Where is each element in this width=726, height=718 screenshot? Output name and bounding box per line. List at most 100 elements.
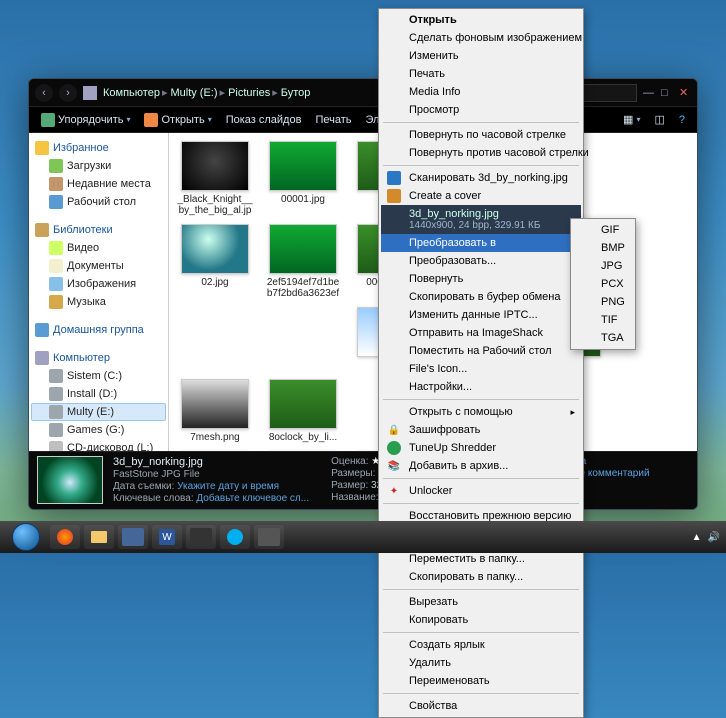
thumbnail-image	[181, 379, 249, 429]
ctx-open-with[interactable]: Открыть с помощью▸	[381, 403, 581, 421]
tray-icon[interactable]: 🔊	[708, 532, 720, 543]
tray-icon[interactable]: ▲	[692, 532, 702, 543]
nav-forward-button[interactable]: ›	[59, 84, 77, 102]
ctx-convert[interactable]: Преобразовать...	[381, 252, 581, 270]
ctx-print[interactable]: Печать	[381, 65, 581, 83]
ctx-create-cover[interactable]: Create a cover	[381, 187, 581, 205]
minimize-button[interactable]: —	[643, 87, 655, 99]
sidebar-item-disk-c[interactable]: Sistem (C:)	[31, 367, 166, 385]
context-submenu-formats[interactable]: GIF BMP JPG PCX PNG TIF TGA	[570, 218, 636, 350]
sidebar-item-disk-g[interactable]: Games (G:)	[31, 421, 166, 439]
breadcrumb-folder1[interactable]: Picturies	[228, 87, 270, 99]
details-filename: 3d_by_norking.jpg	[113, 456, 309, 468]
ctx-copy-clipboard[interactable]: Скопировать в буфер обмена	[381, 288, 581, 306]
homegroup-group[interactable]: Домашняя группа	[31, 321, 166, 339]
sidebar-item-disk-d[interactable]: Install (D:)	[31, 385, 166, 403]
sidebar-item-music[interactable]: Музыка	[31, 293, 166, 311]
thumbnail-item[interactable]: 8oclock_by_li...	[265, 379, 341, 443]
thumbnail-label: 00001.jpg	[281, 194, 325, 205]
thumbnail-item[interactable]: 7mesh.png	[177, 379, 253, 443]
ctx-to-desktop[interactable]: Поместить на Рабочий стол	[381, 342, 581, 360]
ctx-preview[interactable]: Просмотр	[381, 101, 581, 119]
breadcrumb-drive[interactable]: Multy (E:)	[170, 87, 217, 99]
ctx-format-gif[interactable]: GIF	[573, 221, 633, 239]
ctx-rotate-ccw[interactable]: Повернуть против часовой стрелки	[381, 144, 581, 162]
organize-button[interactable]: Упорядочить▾	[35, 111, 136, 129]
close-button[interactable]: ✕	[679, 86, 691, 99]
ctx-files-icon[interactable]: File's Icon...	[381, 360, 581, 378]
command-bar: Упорядочить▾ Открыть▾ Показ слайдов Печа…	[29, 107, 697, 133]
taskbar-word[interactable]: W	[152, 525, 182, 549]
thumbnail-item[interactable]: _Black_Knight__by_the_big_al.jpg	[177, 141, 253, 216]
ctx-edit-iptc[interactable]: Изменить данные IPTC...	[381, 306, 581, 324]
details-date-link[interactable]: Укажите дату и время	[177, 481, 279, 492]
ctx-separator	[383, 478, 579, 479]
navigation-pane[interactable]: Избранное Загрузки Недавние места Рабочи…	[29, 133, 169, 451]
ctx-format-pcx[interactable]: PCX	[573, 275, 633, 293]
thumbnail-item[interactable]: 00001.jpg	[265, 141, 341, 216]
ctx-imageshack[interactable]: Отправить на ImageShack	[381, 324, 581, 342]
sidebar-item-video[interactable]: Видео	[31, 239, 166, 257]
system-tray[interactable]: ▲ 🔊	[692, 532, 720, 543]
view-button[interactable]: ▦▾	[617, 111, 646, 128]
start-button[interactable]	[6, 525, 46, 549]
ctx-shortcut[interactable]: Создать ярлык	[381, 636, 581, 654]
ctx-rename[interactable]: Переименовать	[381, 672, 581, 690]
ctx-encrypt[interactable]: 🔒Зашифровать	[381, 421, 581, 439]
computer-group[interactable]: Компьютер	[31, 349, 166, 367]
print-button[interactable]: Печать	[309, 112, 357, 128]
breadcrumb-folder2[interactable]: Бутор	[281, 87, 311, 99]
ctx-scan[interactable]: Сканировать 3d_by_norking.jpg	[381, 169, 581, 187]
ctx-rotate[interactable]: Повернуть▸	[381, 270, 581, 288]
sidebar-item-recent[interactable]: Недавние места	[31, 175, 166, 193]
slideshow-button[interactable]: Показ слайдов	[220, 112, 308, 128]
open-button[interactable]: Открыть▾	[138, 111, 217, 129]
ctx-cut[interactable]: Вырезать	[381, 593, 581, 611]
help-button[interactable]: ?	[673, 112, 691, 128]
ctx-settings[interactable]: Настройки...	[381, 378, 581, 396]
sidebar-item-cd[interactable]: CD-дисковод (L:)	[31, 439, 166, 451]
ctx-format-bmp[interactable]: BMP	[573, 239, 633, 257]
taskbar-firefox[interactable]	[50, 525, 80, 549]
ctx-format-png[interactable]: PNG	[573, 293, 633, 311]
firefox-icon	[57, 529, 73, 545]
taskbar-app3[interactable]	[254, 525, 284, 549]
sidebar-item-desktop[interactable]: Рабочий стол	[31, 193, 166, 211]
favorites-group[interactable]: Избранное	[31, 139, 166, 157]
libraries-group[interactable]: Библиотеки	[31, 221, 166, 239]
ctx-format-tga[interactable]: TGA	[573, 329, 633, 347]
breadcrumb-computer[interactable]: Компьютер	[103, 87, 160, 99]
ctx-copy-to[interactable]: Скопировать в папку...	[381, 568, 581, 586]
taskbar[interactable]: W ▲ 🔊	[0, 521, 726, 553]
ctx-format-tif[interactable]: TIF	[573, 311, 633, 329]
ctx-copy[interactable]: Копировать	[381, 611, 581, 629]
sidebar-item-disk-e[interactable]: Multy (E:)	[31, 403, 166, 421]
ctx-set-background[interactable]: Сделать фоновым изображением	[381, 29, 581, 47]
taskbar-skype[interactable]	[220, 525, 250, 549]
maximize-button[interactable]: □	[661, 87, 673, 99]
ctx-delete[interactable]: Удалить	[381, 654, 581, 672]
ctx-open[interactable]: Открыть	[381, 11, 581, 29]
ctx-format-jpg[interactable]: JPG	[573, 257, 633, 275]
ctx-tuneup[interactable]: TuneUp Shredder	[381, 439, 581, 457]
ctx-rotate-cw[interactable]: Повернуть по часовой стрелке	[381, 126, 581, 144]
taskbar-app2[interactable]	[186, 525, 216, 549]
sidebar-item-downloads[interactable]: Загрузки	[31, 157, 166, 175]
nav-back-button[interactable]: ‹	[35, 84, 53, 102]
taskbar-app1[interactable]	[118, 525, 148, 549]
preview-pane-button[interactable]: ◫	[648, 111, 670, 128]
ctx-properties[interactable]: Свойства	[381, 697, 581, 715]
sidebar-item-docs[interactable]: Документы	[31, 257, 166, 275]
ctx-edit[interactable]: Изменить	[381, 47, 581, 65]
ctx-add-archive[interactable]: 📚Добавить в архив...	[381, 457, 581, 475]
thumbnail-item[interactable]: 02.jpg	[177, 224, 253, 299]
details-tags-link[interactable]: Добавьте ключевое сл...	[196, 493, 309, 504]
ctx-convert-to[interactable]: Преобразовать в▸	[381, 234, 581, 252]
sidebar-item-images[interactable]: Изображения	[31, 275, 166, 293]
taskbar-explorer[interactable]	[84, 525, 114, 549]
ctx-unlocker[interactable]: ✦Unlocker	[381, 482, 581, 500]
context-menu[interactable]: Открыть Сделать фоновым изображением Изм…	[378, 8, 584, 718]
ctx-media-info[interactable]: Media Info	[381, 83, 581, 101]
images-icon	[49, 277, 63, 291]
thumbnail-item[interactable]: 2ef5194ef7d1beb7f2bd6a3623efc9.jpg	[265, 224, 341, 299]
